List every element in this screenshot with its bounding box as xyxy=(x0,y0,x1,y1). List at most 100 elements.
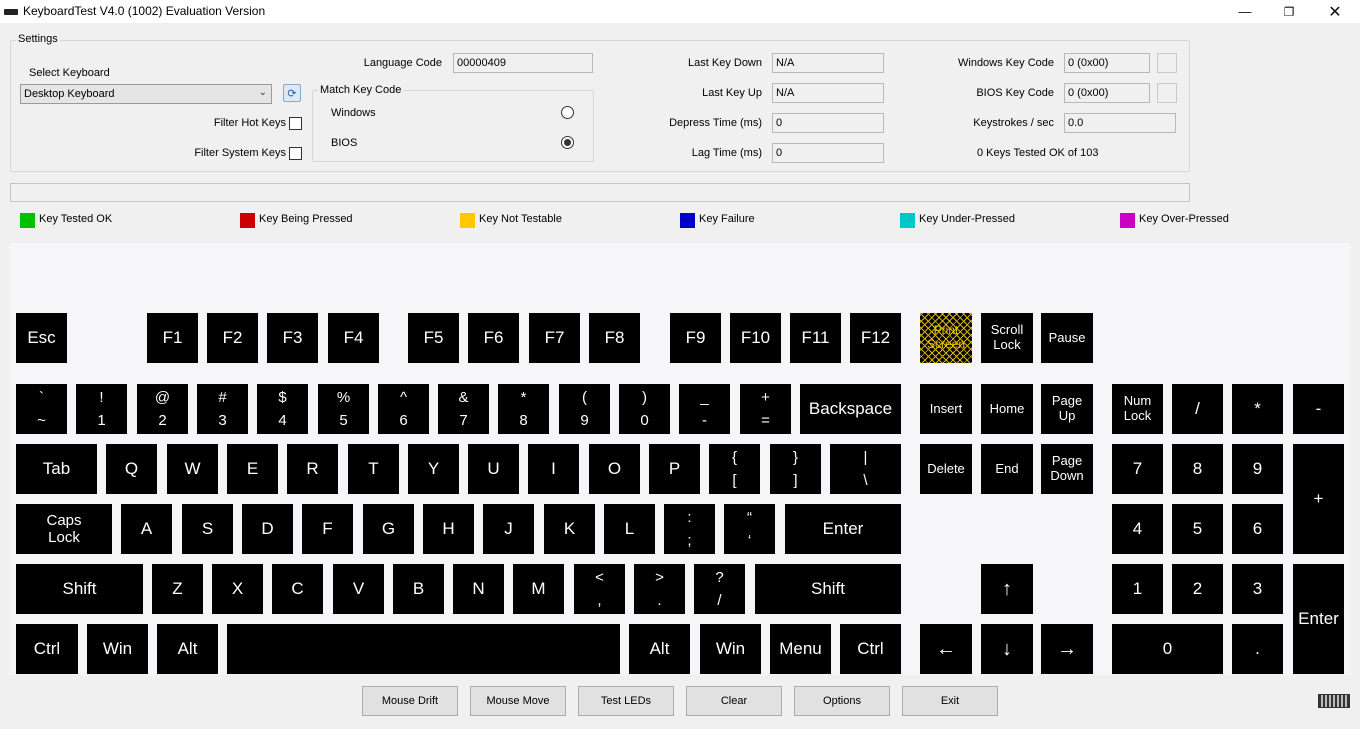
key-rbracket[interactable]: } ] xyxy=(770,444,821,494)
key-num-plus[interactable]: + xyxy=(1293,444,1344,554)
key-esc[interactable]: Esc xyxy=(16,313,67,363)
key-f10[interactable]: F10 xyxy=(730,313,781,363)
key-num3[interactable]: 3 xyxy=(1232,564,1283,614)
key-scroll-lock[interactable]: Scroll Lock xyxy=(981,313,1033,363)
key-f8[interactable]: F8 xyxy=(589,313,640,363)
key-z[interactable]: Z xyxy=(152,564,203,614)
key-right[interactable]: → xyxy=(1041,624,1093,674)
key-num-lock[interactable]: Num Lock xyxy=(1112,384,1163,434)
key-space[interactable] xyxy=(227,624,620,674)
key-n9[interactable]: ( 9 xyxy=(559,384,610,434)
key-rwin[interactable]: Win xyxy=(700,624,761,674)
key-f6[interactable]: F6 xyxy=(468,313,519,363)
key-num6[interactable]: 6 xyxy=(1232,504,1283,554)
key-lbracket[interactable]: { [ xyxy=(709,444,760,494)
key-period[interactable]: > . xyxy=(634,564,685,614)
key-insert[interactable]: Insert xyxy=(920,384,972,434)
key-f4[interactable]: F4 xyxy=(328,313,379,363)
key-slash[interactable]: ? / xyxy=(694,564,745,614)
key-e[interactable]: E xyxy=(227,444,278,494)
mouse-drift-button[interactable]: Mouse Drift xyxy=(362,686,458,716)
key-num-enter[interactable]: Enter xyxy=(1293,564,1344,674)
key-r[interactable]: R xyxy=(287,444,338,494)
key-lalt[interactable]: Alt xyxy=(157,624,218,674)
key-num-dot[interactable]: . xyxy=(1232,624,1283,674)
key-print-screen[interactable]: Print Screen xyxy=(920,313,972,363)
key-f2[interactable]: F2 xyxy=(207,313,258,363)
key-j[interactable]: J xyxy=(483,504,534,554)
clear-button[interactable]: Clear xyxy=(686,686,782,716)
key-y[interactable]: Y xyxy=(408,444,459,494)
minimize-button[interactable]: — xyxy=(1222,0,1268,23)
key-enter[interactable]: Enter xyxy=(785,504,901,554)
key-num9[interactable]: 9 xyxy=(1232,444,1283,494)
key-semicolon[interactable]: : ; xyxy=(664,504,715,554)
key-f12[interactable]: F12 xyxy=(850,313,901,363)
key-num7[interactable]: 7 xyxy=(1112,444,1163,494)
refresh-button[interactable]: ⟳ xyxy=(283,84,301,102)
key-p[interactable]: P xyxy=(649,444,700,494)
match-windows-radio[interactable] xyxy=(561,106,574,119)
key-i[interactable]: I xyxy=(528,444,579,494)
key-o[interactable]: O xyxy=(589,444,640,494)
key-rctrl[interactable]: Ctrl xyxy=(840,624,901,674)
key-d[interactable]: D xyxy=(242,504,293,554)
mouse-move-button[interactable]: Mouse Move xyxy=(470,686,566,716)
key-s[interactable]: S xyxy=(182,504,233,554)
key-delete[interactable]: Delete xyxy=(920,444,972,494)
test-leds-button[interactable]: Test LEDs xyxy=(578,686,674,716)
key-h[interactable]: H xyxy=(423,504,474,554)
exit-button[interactable]: Exit xyxy=(902,686,998,716)
key-backtick[interactable]: ` ~ xyxy=(16,384,67,434)
key-rshift[interactable]: Shift xyxy=(755,564,901,614)
key-n4[interactable]: $ 4 xyxy=(257,384,308,434)
key-l[interactable]: L xyxy=(604,504,655,554)
language-code-field[interactable]: 00000409 xyxy=(453,53,593,73)
key-n[interactable]: N xyxy=(453,564,504,614)
key-k[interactable]: K xyxy=(544,504,595,554)
close-button[interactable]: ✕ xyxy=(1312,0,1358,23)
key-down[interactable]: ↓ xyxy=(981,624,1033,674)
key-home[interactable]: Home xyxy=(981,384,1033,434)
filter-system-keys-checkbox[interactable] xyxy=(289,147,302,160)
key-n7[interactable]: & 7 xyxy=(438,384,489,434)
key-num4[interactable]: 4 xyxy=(1112,504,1163,554)
key-u[interactable]: U xyxy=(468,444,519,494)
key-num5[interactable]: 5 xyxy=(1172,504,1223,554)
keyboard-select[interactable]: Desktop Keyboard ⌄ xyxy=(20,84,272,104)
key-equals[interactable]: + = xyxy=(740,384,791,434)
key-t[interactable]: T xyxy=(348,444,399,494)
filter-hot-keys-checkbox[interactable] xyxy=(289,117,302,130)
key-f3[interactable]: F3 xyxy=(267,313,318,363)
key-ralt[interactable]: Alt xyxy=(629,624,690,674)
key-minus[interactable]: _ - xyxy=(679,384,730,434)
key-num2[interactable]: 2 xyxy=(1172,564,1223,614)
key-b[interactable]: B xyxy=(393,564,444,614)
key-x[interactable]: X xyxy=(212,564,263,614)
key-f9[interactable]: F9 xyxy=(670,313,721,363)
key-comma[interactable]: < , xyxy=(574,564,625,614)
key-end[interactable]: End xyxy=(981,444,1033,494)
key-left[interactable]: ← xyxy=(920,624,972,674)
key-q[interactable]: Q xyxy=(106,444,157,494)
key-f1[interactable]: F1 xyxy=(147,313,198,363)
key-num-star[interactable]: * xyxy=(1232,384,1283,434)
key-backspace[interactable]: Backspace xyxy=(800,384,901,434)
key-w[interactable]: W xyxy=(167,444,218,494)
key-f[interactable]: F xyxy=(302,504,353,554)
maximize-button[interactable]: ❐ xyxy=(1266,0,1312,23)
key-pause[interactable]: Pause xyxy=(1041,313,1093,363)
key-quote[interactable]: “ ‘ xyxy=(724,504,775,554)
key-n5[interactable]: % 5 xyxy=(318,384,369,434)
key-lwin[interactable]: Win xyxy=(87,624,148,674)
key-a[interactable]: A xyxy=(121,504,172,554)
key-n6[interactable]: ^ 6 xyxy=(378,384,429,434)
key-c[interactable]: C xyxy=(272,564,323,614)
key-num-minus[interactable]: - xyxy=(1293,384,1344,434)
options-button[interactable]: Options xyxy=(794,686,890,716)
key-up[interactable]: ↑ xyxy=(981,564,1033,614)
key-num1[interactable]: 1 xyxy=(1112,564,1163,614)
key-g[interactable]: G xyxy=(363,504,414,554)
key-num8[interactable]: 8 xyxy=(1172,444,1223,494)
key-backslash[interactable]: | \ xyxy=(830,444,901,494)
